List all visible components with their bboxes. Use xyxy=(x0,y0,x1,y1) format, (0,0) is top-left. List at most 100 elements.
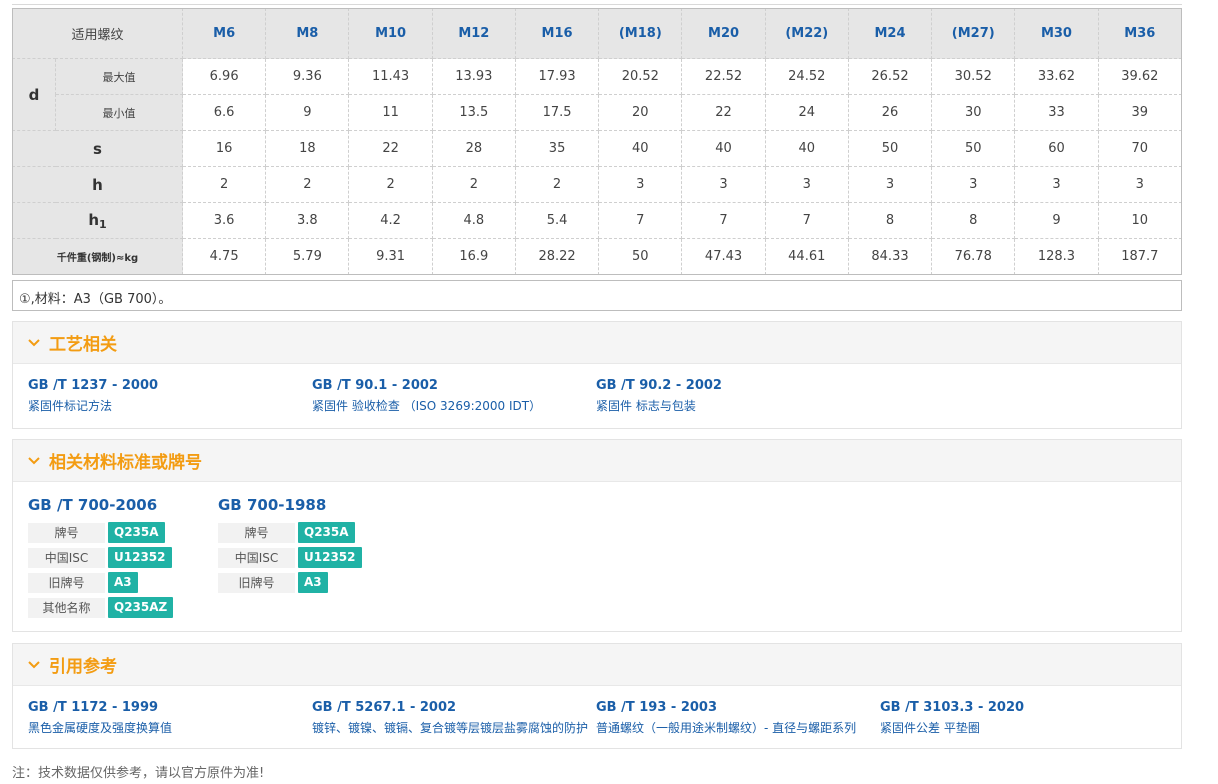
material-standard-group: GB /T 700-2006 牌号 Q235A 中国ISC U12352 旧牌号 A3 其他名… xyxy=(28,496,174,620)
standard-link[interactable]: GB /T 3103.3 - 2020 紧固件公差 平垫圈 xyxy=(880,700,1170,736)
value-cell-h1: 10 xyxy=(1097,202,1183,239)
size-header: M10 xyxy=(348,8,433,59)
value-cell-d-max: 20.52 xyxy=(598,58,683,95)
row-label-h1: h1 xyxy=(11,202,184,239)
value-cell-h1: 8 xyxy=(931,202,1016,239)
standard-code[interactable]: GB /T 90.2 - 2002 xyxy=(596,378,886,393)
material-standard-title[interactable]: GB 700-1988 xyxy=(218,496,362,514)
value-cell-s: 50 xyxy=(847,130,933,167)
row-label-d-max: 最大值 xyxy=(54,58,184,95)
grade-value-tag[interactable]: A3 xyxy=(298,572,328,593)
standard-code[interactable]: GB /T 1237 - 2000 xyxy=(28,378,318,393)
chevron-down-icon xyxy=(28,456,40,464)
value-cell-h: 3 xyxy=(598,166,683,203)
value-cell-s: 60 xyxy=(1014,130,1099,167)
value-cell-s: 70 xyxy=(1097,130,1183,167)
value-cell-d-min: 20 xyxy=(598,94,683,131)
value-cell-h: 3 xyxy=(1097,166,1183,203)
standard-link[interactable]: GB /T 1237 - 2000 紧固件标记方法 xyxy=(28,378,318,414)
standard-code[interactable]: GB /T 193 - 2003 xyxy=(596,700,886,715)
grade-value-tag[interactable]: A3 xyxy=(108,572,138,593)
value-cell-d-min: 9 xyxy=(265,94,350,131)
value-cell-weight: 28.22 xyxy=(514,238,600,275)
value-cell-s: 35 xyxy=(514,130,600,167)
standard-link[interactable]: GB /T 1172 - 1999 黑色金属硬度及强度换算值 xyxy=(28,700,318,736)
section-citations-title: 引用参考 xyxy=(49,657,117,677)
standard-code[interactable]: GB /T 1172 - 1999 xyxy=(28,700,318,715)
grade-value-tag[interactable]: U12352 xyxy=(298,547,362,568)
value-cell-h1: 7 xyxy=(598,202,683,239)
value-cell-s: 28 xyxy=(431,130,516,167)
section-materials-header[interactable]: 相关材料标准或牌号 xyxy=(13,440,1181,482)
section-citations-header[interactable]: 引用参考 xyxy=(13,644,1181,686)
standard-description[interactable]: 紧固件公差 平垫圈 xyxy=(880,719,1170,736)
section-process: 工艺相关 GB /T 1237 - 2000 紧固件标记方法 GB /T 90.1 … xyxy=(12,321,1182,429)
size-header: (M27) xyxy=(931,8,1016,59)
grade-value-tag[interactable]: Q235A xyxy=(108,522,165,543)
value-cell-h1: 4.2 xyxy=(348,202,433,239)
size-header: M16 xyxy=(514,8,600,59)
grade-key-label: 牌号 xyxy=(28,522,105,543)
standard-link[interactable]: GB /T 5267.1 - 2002 镀锌、镀镍、镀镉、复合镀等层镀层盐雾腐蚀的… xyxy=(312,700,602,736)
standard-code[interactable]: GB /T 5267.1 - 2002 xyxy=(312,700,602,715)
section-process-header[interactable]: 工艺相关 xyxy=(13,322,1181,364)
grade-value-tag[interactable]: U12352 xyxy=(108,547,172,568)
value-cell-h1: 3.8 xyxy=(265,202,350,239)
row-label-h: h xyxy=(11,166,184,203)
material-grade-row: 牌号 Q235A xyxy=(218,520,362,545)
standard-description[interactable]: 黑色金属硬度及强度换算值 xyxy=(28,719,318,736)
standard-link[interactable]: GB /T 90.2 - 2002 紧固件 标志与包装 xyxy=(596,378,886,414)
value-cell-s: 40 xyxy=(764,130,849,167)
standard-description[interactable]: 紧固件 验收检查 （ISO 3269:2000 IDT） xyxy=(312,397,602,414)
chevron-down-icon xyxy=(28,338,40,346)
standard-description[interactable]: 镀锌、镀镍、镀镉、复合镀等层镀层盐雾腐蚀的防护 xyxy=(312,719,602,736)
size-header: M36 xyxy=(1097,8,1183,59)
value-cell-d-max: 17.93 xyxy=(514,58,600,95)
value-cell-d-min: 33 xyxy=(1014,94,1099,131)
value-cell-h1: 4.8 xyxy=(431,202,516,239)
standard-description[interactable]: 紧固件标记方法 xyxy=(28,397,318,414)
value-cell-d-min: 13.5 xyxy=(431,94,516,131)
value-cell-h: 3 xyxy=(681,166,766,203)
value-cell-h1: 9 xyxy=(1014,202,1099,239)
grade-value-tag[interactable]: Q235A xyxy=(298,522,355,543)
size-header: M30 xyxy=(1014,8,1099,59)
material-standard-title[interactable]: GB /T 700-2006 xyxy=(28,496,173,514)
value-cell-weight: 47.43 xyxy=(681,238,766,275)
value-cell-h: 2 xyxy=(348,166,433,203)
top-divider xyxy=(12,0,1182,5)
section-process-title: 工艺相关 xyxy=(49,335,117,355)
size-header: M6 xyxy=(182,8,267,59)
standard-description[interactable]: 紧固件 标志与包装 xyxy=(596,397,886,414)
material-grade-row: 旧牌号 A3 xyxy=(218,570,362,595)
standard-code[interactable]: GB /T 90.1 - 2002 xyxy=(312,378,602,393)
size-header: M8 xyxy=(265,8,350,59)
value-cell-d-max: 39.62 xyxy=(1097,58,1183,95)
value-cell-weight: 76.78 xyxy=(931,238,1016,275)
chevron-down-icon xyxy=(28,660,40,668)
spec-table: 适用螺纹 M6 M8 M10 M12 M16 (M18) M20 (M22) M24 (M27) M… xyxy=(11,8,1183,275)
grade-key-label: 其他名称 xyxy=(28,597,105,618)
grade-key-label: 旧牌号 xyxy=(218,572,295,593)
value-cell-s: 22 xyxy=(348,130,433,167)
section-citations: 引用参考 GB /T 1172 - 1999 黑色金属硬度及强度换算值 GB /T … xyxy=(12,643,1182,749)
value-cell-h1: 7 xyxy=(764,202,849,239)
standard-description[interactable]: 普通螺纹（一般用途米制螺纹）- 直径与螺距系列 xyxy=(596,719,886,736)
standard-link[interactable]: GB /T 90.1 - 2002 紧固件 验收检查 （ISO 3269:2000… xyxy=(312,378,602,414)
value-cell-d-min: 24 xyxy=(764,94,849,131)
row-label-s: s xyxy=(11,130,184,167)
standard-code[interactable]: GB /T 3103.3 - 2020 xyxy=(880,700,1170,715)
value-cell-d-max: 22.52 xyxy=(681,58,766,95)
value-cell-s: 40 xyxy=(598,130,683,167)
grade-value-tag[interactable]: Q235AZ xyxy=(108,597,174,618)
material-note: ①,材料：A3（GB 700）。 xyxy=(12,280,1182,311)
value-cell-d-min: 11 xyxy=(348,94,433,131)
value-cell-s: 16 xyxy=(182,130,267,167)
value-cell-weight: 128.3 xyxy=(1014,238,1099,275)
row-label-d: d xyxy=(12,58,56,131)
standard-link[interactable]: GB /T 193 - 2003 普通螺纹（一般用途米制螺纹）- 直径与螺距系列 xyxy=(596,700,886,736)
material-grade-row: 中国ISC U12352 xyxy=(28,545,173,570)
value-cell-h: 2 xyxy=(265,166,350,203)
value-cell-weight: 5.79 xyxy=(265,238,350,275)
grade-key-label: 牌号 xyxy=(218,522,295,543)
